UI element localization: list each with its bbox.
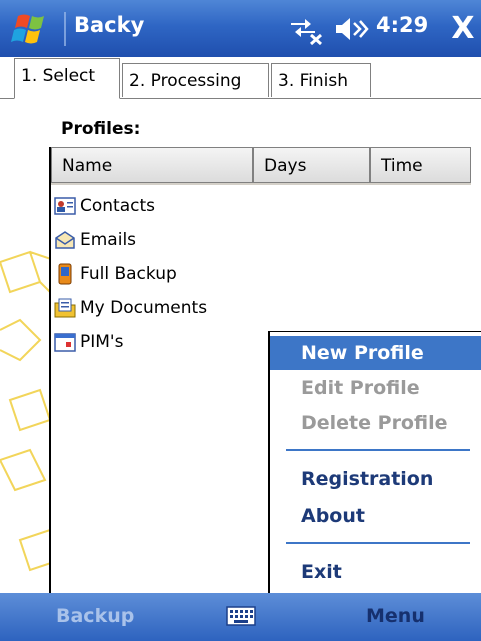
calendar-icon	[54, 333, 76, 352]
menu-separator	[286, 542, 470, 544]
list-header: Name Days Time	[51, 147, 471, 185]
network-icon[interactable]	[285, 13, 327, 45]
menu-item-delete-profile[interactable]: Delete Profile	[270, 406, 481, 440]
column-name[interactable]: Name	[51, 147, 253, 183]
keyboard-icon[interactable]	[226, 605, 256, 627]
menu-item-exit[interactable]: Exit	[270, 555, 481, 589]
column-time[interactable]: Time	[370, 147, 471, 183]
windows-start-icon[interactable]	[10, 10, 56, 48]
menu-separator	[286, 449, 470, 451]
profiles-label: Profiles:	[61, 119, 141, 139]
menu-item-new-profile[interactable]: New Profile	[270, 336, 481, 370]
contacts-icon	[54, 197, 76, 215]
list-item-label: Full Backup	[80, 264, 177, 284]
list-item[interactable]: My Documents	[54, 293, 207, 323]
list-item-label: Contacts	[80, 196, 155, 216]
list-item-label: Emails	[80, 230, 137, 250]
column-days[interactable]: Days	[253, 147, 370, 183]
tab-processing[interactable]: 2. Processing	[122, 63, 269, 97]
menu-item-registration[interactable]: Registration	[270, 462, 481, 496]
context-menu: New Profile Edit Profile Delete Profile …	[268, 331, 481, 593]
tab-select[interactable]: 1. Select	[14, 58, 120, 99]
list-item[interactable]: Full Backup	[54, 259, 177, 289]
list-item-label: My Documents	[80, 298, 208, 318]
title-bar: Backy 4:29 X	[0, 0, 481, 57]
volume-icon[interactable]	[334, 15, 370, 43]
tab-finish[interactable]: 3. Finish	[271, 63, 371, 97]
app-title: Backy	[74, 13, 145, 37]
email-icon	[55, 231, 75, 249]
list-item[interactable]: Contacts	[54, 191, 155, 221]
list-item[interactable]: Emails	[54, 225, 136, 255]
clock[interactable]: 4:29	[376, 13, 428, 37]
backup-softkey[interactable]: Backup	[56, 605, 134, 627]
close-button[interactable]: X	[445, 9, 481, 49]
menu-item-edit-profile[interactable]: Edit Profile	[270, 371, 481, 405]
documents-icon	[54, 298, 76, 318]
phone-icon	[58, 263, 72, 285]
title-separator	[64, 12, 66, 46]
menu-item-about[interactable]: About	[270, 499, 481, 533]
menu-softkey[interactable]: Menu	[366, 605, 425, 627]
list-item[interactable]: PIM's	[54, 327, 123, 357]
list-item-label: PIM's	[80, 332, 124, 352]
softkey-bar: Backup Menu	[0, 593, 481, 641]
